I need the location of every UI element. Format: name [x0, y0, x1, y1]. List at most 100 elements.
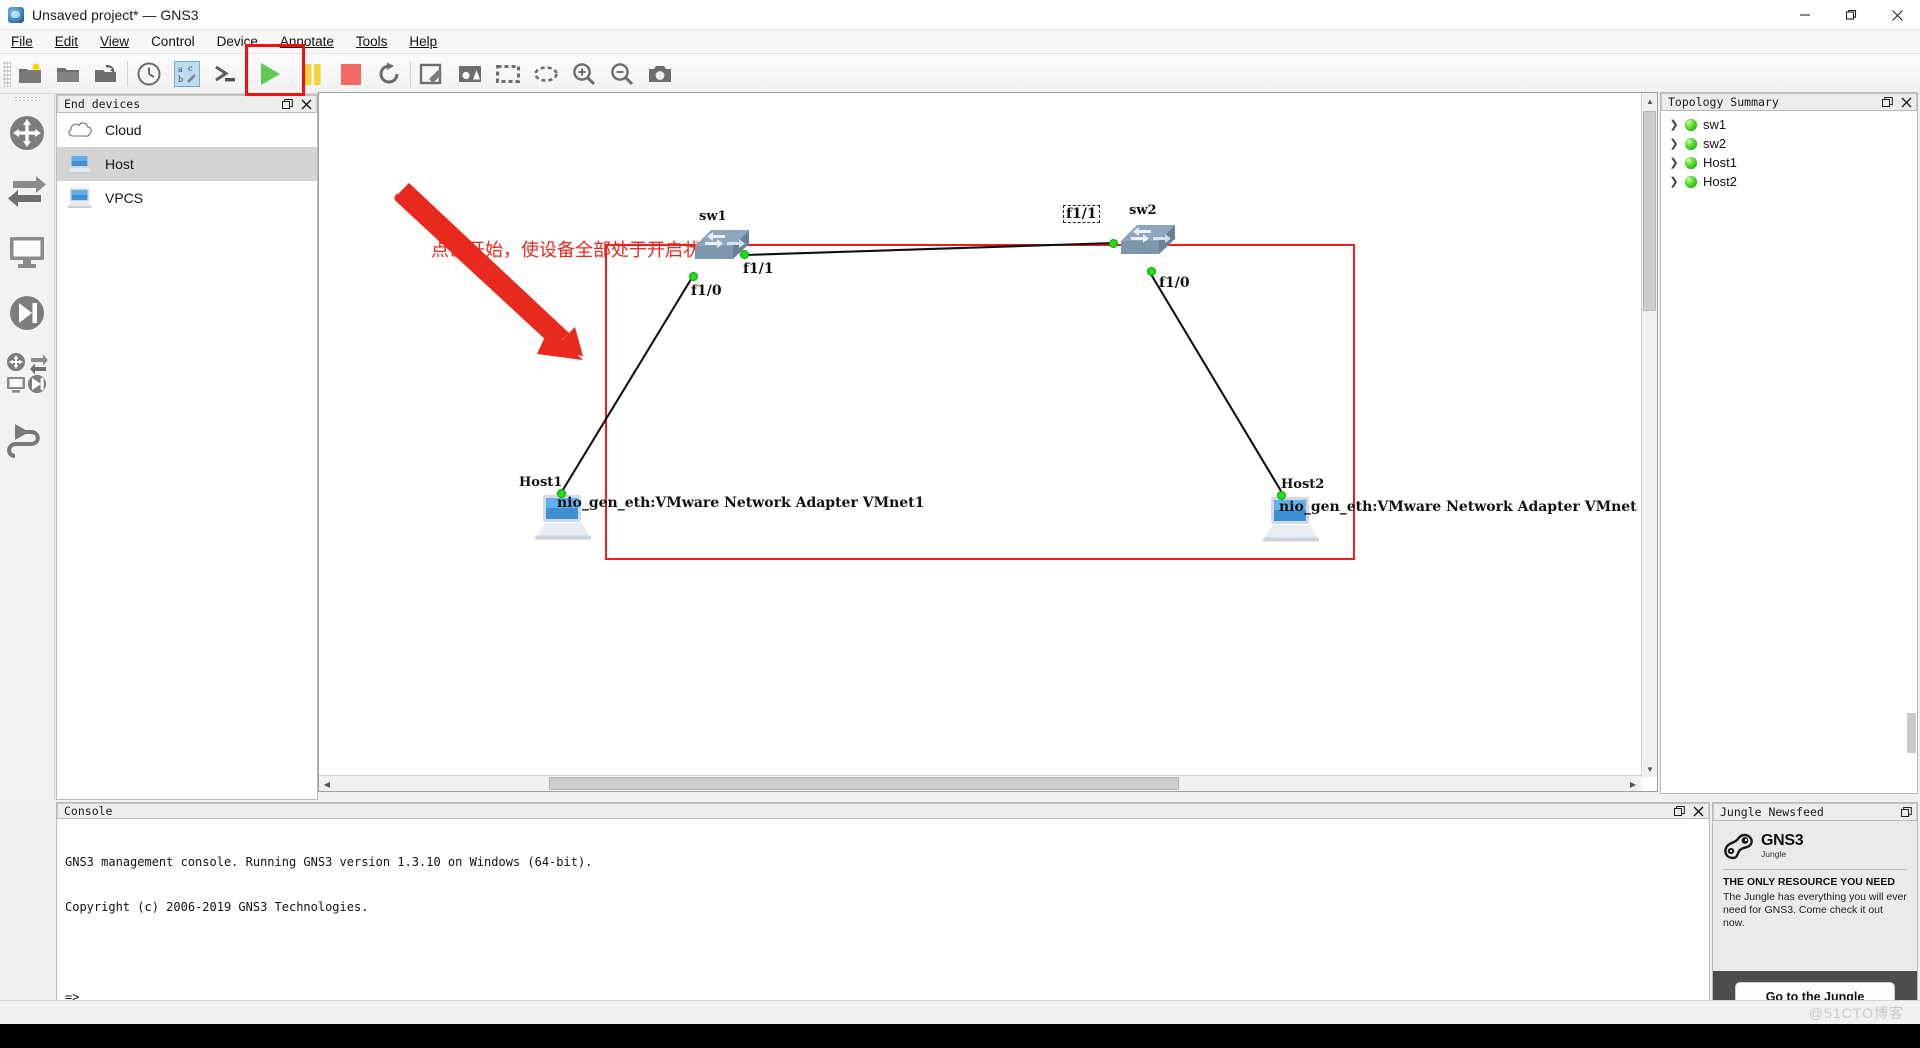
start-button-highlight-box — [245, 44, 305, 96]
add-note-button[interactable] — [413, 57, 451, 91]
canvas-horizontal-scrollbar[interactable]: ◀ ▶ — [319, 775, 1641, 791]
topology-node-label-sw1: sw1 — [699, 209, 727, 224]
cloud-icon — [65, 117, 95, 143]
end-device-item-cloud[interactable]: Cloud — [57, 113, 317, 147]
gns3-application-window: Unsaved project* — GNS3 File Edit View C… — [0, 0, 1920, 1048]
host-icon — [65, 151, 95, 177]
topology-node-label-host1: Host1 — [519, 475, 563, 490]
end-device-item-vpcs[interactable]: VPCS — [57, 181, 317, 215]
undock-icon[interactable] — [282, 98, 293, 110]
console-to-all-devices-button[interactable] — [206, 57, 244, 91]
insert-picture-button[interactable] — [451, 57, 489, 91]
horizontal-scroll-thumb[interactable] — [549, 777, 1179, 790]
show-hide-interface-labels-button[interactable]: a c b — [168, 57, 206, 91]
new-project-button[interactable] — [11, 57, 49, 91]
device-toolbar-grip[interactable] — [14, 96, 40, 103]
draw-ellipse-button[interactable] — [527, 57, 565, 91]
console-line: Copyright (c) 2006-2019 GNS3 Technologie… — [65, 900, 369, 914]
topology-summary-list: ❯ sw1 ❯ sw2 ❯ Host1 ❯ Host2 — [1661, 111, 1917, 793]
minimize-icon[interactable] — [1782, 0, 1828, 30]
end-devices-button[interactable] — [2, 223, 52, 283]
toolbar-grip[interactable] — [3, 60, 11, 87]
topology-links — [560, 241, 1282, 494]
console-panel-label: Console — [64, 804, 113, 818]
gns3-chameleon-icon — [1724, 833, 1753, 860]
switches-button[interactable] — [2, 163, 52, 223]
svg-text:c: c — [188, 64, 193, 73]
interface-label-host2[interactable]: nio_gen_eth:VMware Network Adapter VMnet — [1279, 499, 1637, 515]
stop-all-devices-button[interactable] — [332, 57, 370, 91]
status-led — [1685, 156, 1697, 169]
end-devices-list: Cloud Host VPCS — [57, 113, 317, 799]
end-device-item-host[interactable]: Host — [57, 147, 317, 181]
window-controls — [1782, 0, 1920, 30]
maximize-icon[interactable] — [1828, 0, 1874, 30]
open-folder-button[interactable] — [49, 57, 87, 91]
scroll-right-arrow-icon[interactable]: ▶ — [1625, 776, 1641, 791]
chevron-right-icon[interactable]: ❯ — [1669, 175, 1679, 188]
zoom-out-button[interactable] — [603, 57, 641, 91]
snapshot-history-button[interactable] — [130, 57, 168, 91]
jungle-body-text: The Jungle has everything you will ever … — [1723, 891, 1907, 929]
all-devices-button[interactable] — [2, 343, 52, 407]
menu-file[interactable]: File — [0, 32, 44, 51]
undock-icon[interactable] — [1901, 806, 1912, 818]
close-icon[interactable] — [1874, 0, 1920, 30]
vpcs-icon — [65, 185, 95, 211]
jungle-brand-sub: Jungle — [1761, 849, 1787, 860]
end-device-label: Cloud — [105, 122, 142, 138]
topology-summary-node-name: sw1 — [1703, 117, 1727, 132]
routers-button[interactable] — [2, 103, 52, 163]
port-label-sw1-f1-0[interactable]: f1/0 — [691, 283, 722, 299]
topology-summary-row[interactable]: ❯ sw1 — [1661, 115, 1917, 134]
topology-summary-row[interactable]: ❯ Host2 — [1661, 172, 1917, 191]
topology-summary-row[interactable]: ❯ sw2 — [1661, 134, 1917, 153]
undock-icon[interactable] — [1882, 96, 1893, 108]
chevron-right-icon[interactable]: ❯ — [1669, 118, 1679, 131]
zoom-in-button[interactable] — [565, 57, 603, 91]
topology-canvas[interactable]: 点击开始，使设备全部处于开启状态 sw1 f1/1 f1/0 sw2 f1/1 … — [319, 93, 1641, 761]
undock-icon[interactable] — [1674, 805, 1685, 817]
menu-edit[interactable]: Edit — [44, 32, 89, 51]
security-devices-button[interactable] — [2, 283, 52, 343]
end-devices-panel-label: End devices — [64, 97, 141, 111]
add-link-button[interactable] — [2, 407, 52, 469]
status-led — [1685, 118, 1697, 131]
console-panel-title: Console — [57, 803, 1709, 819]
draw-rectangle-button[interactable] — [489, 57, 527, 91]
chevron-right-icon[interactable]: ❯ — [1669, 137, 1679, 150]
end-device-label: Host — [105, 156, 134, 172]
port-label-sw2-f1-0[interactable]: f1/0 — [1159, 275, 1190, 291]
topology-node-label-host2: Host2 — [1281, 477, 1325, 492]
reload-all-devices-button[interactable] — [370, 57, 408, 91]
canvas-vertical-scrollbar[interactable]: ▲ ▼ — [1641, 93, 1657, 777]
scroll-left-arrow-icon[interactable]: ◀ — [319, 776, 335, 791]
screenshot-button[interactable] — [641, 57, 679, 91]
scroll-down-arrow-icon[interactable]: ▼ — [1642, 761, 1657, 777]
menu-help[interactable]: Help — [398, 32, 448, 51]
menu-tools[interactable]: Tools — [345, 32, 399, 51]
port-label-sw1-f1-1[interactable]: f1/1 — [743, 261, 774, 277]
topology-summary-row[interactable]: ❯ Host1 — [1661, 153, 1917, 172]
close-icon[interactable] — [1901, 97, 1912, 108]
topology-node-sw2[interactable] — [1117, 221, 1179, 265]
topology-summary-title: Topology Summary — [1661, 93, 1917, 111]
menu-view[interactable]: View — [89, 32, 140, 51]
close-icon[interactable] — [301, 99, 312, 110]
topology-summary-node-name: sw2 — [1703, 136, 1727, 151]
topology-summary-scroll-thumb[interactable] — [1907, 713, 1916, 753]
save-project-button[interactable] — [87, 57, 125, 91]
end-device-label: VPCS — [105, 190, 144, 206]
chevron-right-icon[interactable]: ❯ — [1669, 156, 1679, 169]
toolbar-separator — [127, 60, 128, 87]
port-label-sw2-f1-1[interactable]: f1/1 — [1063, 205, 1100, 223]
jungle-brand-name: GNS3 — [1761, 832, 1804, 850]
scroll-up-arrow-icon[interactable]: ▲ — [1642, 93, 1657, 109]
interface-label-host1[interactable]: nio_gen_eth:VMware Network Adapter VMnet… — [557, 495, 924, 511]
close-icon[interactable] — [1693, 806, 1704, 817]
link-endpoint-dot — [1109, 239, 1118, 248]
vertical-scroll-thumb[interactable] — [1643, 111, 1656, 311]
title-bar: Unsaved project* — GNS3 — [0, 0, 1920, 30]
menu-control[interactable]: Control — [140, 32, 206, 51]
